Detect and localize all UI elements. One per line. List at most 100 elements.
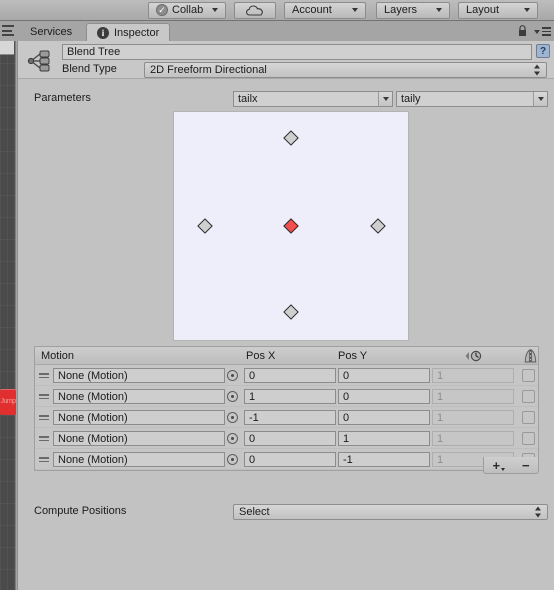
inspector-panel: Blend Tree ? Blend Type 2D Freeform Dire… [17,41,554,590]
remove-motion-button[interactable]: − [522,459,530,472]
object-picker-icon[interactable] [227,370,238,381]
cloud-icon [246,4,263,16]
blend-type-label: Blend Type [62,63,117,75]
blend-type-dropdown[interactable]: 2D Freeform Directional [144,62,547,78]
lock-icon[interactable] [517,25,528,37]
chevron-down-icon [524,8,530,12]
pos-x-value: 0 [249,432,256,445]
add-motion-button[interactable]: + [492,459,506,472]
tab-inspector[interactable]: i Inspector [86,23,171,41]
blend-tree-name-field[interactable]: Blend Tree [62,44,532,60]
blend-type-value: 2D Freeform Directional [150,64,267,76]
layout-label: Layout [466,4,500,16]
mirror-checkbox[interactable] [522,369,535,382]
inspector-menu-icon[interactable] [534,26,551,37]
motion-table-body: None (Motion) 0 0 1 None (Motion) 1 0 1 None (Mo… [35,365,538,470]
layers-button[interactable]: Layers [376,1,450,19]
node-left[interactable] [196,218,213,234]
time-scale-field[interactable]: 1 [432,410,514,425]
tab-strip: Services i Inspector [0,21,554,41]
object-picker-icon[interactable] [227,433,238,444]
compute-positions-dropdown[interactable]: Select [233,504,548,520]
parameter-x-value: tailx [238,93,258,105]
drag-handle[interactable] [39,373,49,378]
chevron-down-icon [212,8,218,12]
node-right[interactable] [370,218,387,234]
motion-value: None (Motion) [58,411,128,424]
chevron-down-icon [378,92,392,106]
mirror-checkbox[interactable] [522,432,535,445]
table-row: None (Motion) 0 1 1 [35,428,538,449]
updown-arrows-icon [534,64,541,76]
mirror-checkbox[interactable] [522,411,535,424]
account-button[interactable]: Account [284,1,366,19]
node-bottom[interactable] [283,304,299,320]
motion-table-header: Motion Pos X Pos Y [35,347,538,365]
node-top[interactable] [283,129,299,146]
pos-x-field[interactable]: 1 [244,389,336,404]
time-scale-field[interactable]: 1 [432,389,514,404]
motion-value: None (Motion) [58,390,128,403]
motion-value: None (Motion) [58,432,128,445]
mirror-icon [524,349,537,363]
pos-x-field[interactable]: 0 [244,368,336,383]
chevron-down-icon [501,467,506,471]
parameter-x-dropdown[interactable]: tailx [233,91,393,107]
pos-y-value: 0 [343,411,350,424]
animator-state-node[interactable]: Jump [0,389,16,415]
time-scale-icon [465,350,491,362]
pos-x-value: 0 [249,369,256,382]
collab-button[interactable]: ✓ Collab [148,1,226,19]
motion-field[interactable]: None (Motion) [53,410,225,425]
motion-table: Motion Pos X Pos Y None (Motion) 0 0 1 N… [34,346,539,471]
pos-x-field[interactable]: -1 [244,410,336,425]
parameter-y-dropdown[interactable]: taily [396,91,548,107]
compute-positions-value: Select [239,506,270,518]
window-menu-icon[interactable] [2,25,16,36]
motion-value: None (Motion) [58,369,128,382]
time-scale-field[interactable]: 1 [432,368,514,383]
blend-tree-header: Blend Tree ? Blend Type 2D Freeform Dire… [18,41,554,79]
pos-y-field[interactable]: 1 [338,431,430,446]
chevron-down-icon [436,8,442,12]
table-row: None (Motion) 1 0 1 [35,386,538,407]
animator-window-edge: Jump [0,41,16,590]
account-label: Account [292,4,332,16]
mirror-checkbox[interactable] [522,390,535,403]
pos-x-field[interactable]: 0 [244,431,336,446]
pos-x-value: -1 [249,411,259,424]
pos-y-field[interactable]: 0 [338,368,430,383]
blend-graph[interactable] [173,111,409,341]
animator-window-corner [0,41,14,55]
parameter-y-value: taily [401,93,421,105]
updown-arrows-icon [535,506,542,518]
time-scale-value: 1 [437,432,444,445]
pos-y-field[interactable]: 0 [338,389,430,404]
help-icon[interactable]: ? [536,44,550,58]
motion-field[interactable]: None (Motion) [53,368,225,383]
node-center[interactable] [283,218,299,234]
help-icon-label: ? [539,45,547,57]
object-picker-icon[interactable] [227,412,238,423]
drag-handle[interactable] [39,394,49,399]
pos-y-value: 0 [343,369,350,382]
unity-editor-window: ✓ Collab Account Layers Layout Services [0,0,554,590]
table-row: None (Motion) -1 0 1 [35,407,538,428]
pos-y-value: 1 [343,432,350,445]
motion-field[interactable]: None (Motion) [53,389,225,404]
time-scale-field[interactable]: 1 [432,431,514,446]
drag-handle[interactable] [39,436,49,441]
object-picker-icon[interactable] [227,391,238,402]
tab-services[interactable]: Services [20,23,82,41]
cloud-button[interactable] [234,1,276,19]
pos-y-field[interactable]: 0 [338,410,430,425]
time-scale-value: 1 [437,390,444,403]
motion-table-footer: + − [34,457,539,474]
drag-handle[interactable] [39,415,49,420]
motion-field[interactable]: None (Motion) [53,431,225,446]
animator-state-label: Jump [0,398,16,405]
tab-services-label: Services [30,26,73,38]
layout-button[interactable]: Layout [458,1,538,19]
table-row: None (Motion) 0 0 1 [35,365,538,386]
blend-tree-icon [27,49,55,73]
